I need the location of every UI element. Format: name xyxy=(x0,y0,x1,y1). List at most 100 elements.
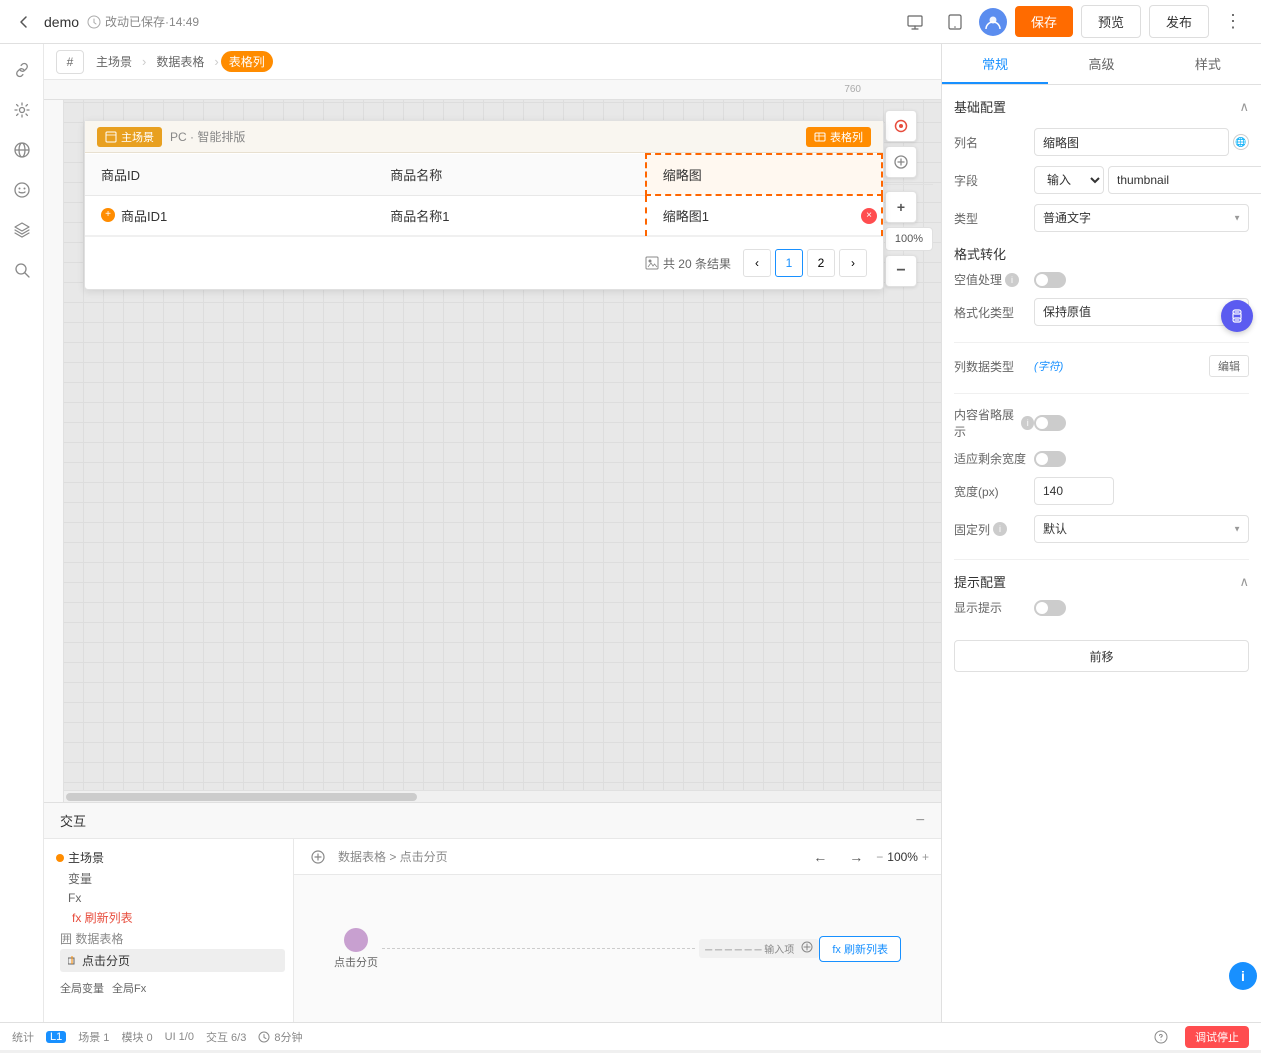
field-value-input[interactable] xyxy=(1108,166,1261,194)
flow-nav-prev[interactable]: ← xyxy=(804,841,836,873)
fixed-col-info[interactable]: i xyxy=(993,522,1007,536)
pagination: 共 20 条结果 ‹ 1 2 › xyxy=(85,236,883,289)
tree-data-table[interactable]: 囲 数据表格 xyxy=(52,928,285,949)
field-type-select[interactable]: 输入 xyxy=(1034,166,1104,194)
debug-stop-button[interactable]: 调试停止 xyxy=(1185,1026,1249,1048)
globe-icon[interactable]: 🌐 xyxy=(1233,134,1249,150)
tab-normal[interactable]: 常规 xyxy=(942,44,1048,84)
col-data-type-edit[interactable]: 编辑 xyxy=(1209,355,1249,377)
type-select[interactable]: 普通文字 xyxy=(1034,204,1249,232)
prop-column-name: 列名 🌐 xyxy=(954,128,1249,156)
publish-button[interactable]: 发布 xyxy=(1149,5,1209,38)
interaction-body: 主场景 变量 Fx fx 刷新列表 囲 数据表格 xyxy=(44,839,941,1022)
tree-variable[interactable]: 变量 xyxy=(52,868,285,889)
breadcrumb-main-scene[interactable]: 主场景 xyxy=(88,51,140,72)
canvas-zoom[interactable]: 100% xyxy=(885,227,933,251)
flow-add-btn[interactable] xyxy=(306,845,330,869)
canvas-tool-refresh[interactable] xyxy=(885,110,917,142)
delete-row-icon[interactable]: × xyxy=(861,208,877,224)
save-status: 改动已保存·14:49 xyxy=(87,13,199,30)
front-button[interactable]: 前移 xyxy=(954,640,1249,672)
null-info-icon[interactable]: i xyxy=(1005,273,1019,287)
format-type-select[interactable]: 保持原值 xyxy=(1034,298,1249,326)
null-handle-toggle[interactable] xyxy=(1034,272,1066,288)
breadcrumb-data-table[interactable]: 数据表格 xyxy=(148,51,212,72)
page-1[interactable]: 1 xyxy=(775,249,803,277)
tab-advanced[interactable]: 高级 xyxy=(1048,44,1154,84)
col-header-id: 商品ID xyxy=(85,154,374,195)
more-menu-button[interactable]: ⋮ xyxy=(1217,6,1249,38)
canvas-tool-plus[interactable]: + xyxy=(885,191,917,223)
status-help[interactable] xyxy=(1145,1021,1177,1053)
column-name-input[interactable] xyxy=(1034,128,1229,156)
sidebar-icon-link[interactable] xyxy=(4,52,40,88)
prop-show-hint: 显示提示 xyxy=(954,599,1249,616)
statusbar: 统计 L1 场景 1 模块 0 UI 1/0 交互 6/3 8分钟 调试停止 xyxy=(0,1022,1261,1050)
global-fx-btn[interactable]: 全局Fx xyxy=(112,980,146,996)
main-layout: # 主场景 › 数据表格 › 表格列 760 xyxy=(0,44,1261,1022)
page-2[interactable]: 2 xyxy=(807,249,835,277)
content-abbr-info[interactable]: i xyxy=(1021,416,1034,430)
canvas-tool-minus[interactable]: − xyxy=(885,255,917,287)
sidebar-icon-palette[interactable] xyxy=(4,172,40,208)
status-scene: 场景 1 xyxy=(78,1029,109,1045)
ruler-vertical xyxy=(44,100,64,802)
sidebar-icon-gear[interactable] xyxy=(4,92,40,128)
tree-refresh-method[interactable]: fx 刷新列表 xyxy=(52,907,285,928)
status-interaction: 交互 6/3 xyxy=(206,1029,246,1045)
ruler-horizontal: 760 xyxy=(44,80,941,100)
hint-collapse[interactable]: ∧ xyxy=(1239,574,1249,590)
save-button[interactable]: 保存 xyxy=(1015,6,1073,37)
interaction-collapse[interactable]: − xyxy=(916,812,925,830)
preview-button[interactable]: 预览 xyxy=(1081,5,1141,38)
tab-style[interactable]: 样式 xyxy=(1155,44,1261,84)
interaction-tree: 主场景 变量 Fx fx 刷新列表 囲 数据表格 xyxy=(44,839,294,1022)
content-abbr-toggle[interactable] xyxy=(1034,415,1066,431)
column-name-label: 列名 xyxy=(954,134,1034,151)
page-next[interactable]: › xyxy=(839,249,867,277)
trigger-circle[interactable] xyxy=(344,928,368,952)
sidebar-icon-globe[interactable] xyxy=(4,132,40,168)
add-row-icon[interactable]: + xyxy=(101,208,115,222)
flow-action-node[interactable]: fx 刷新列表 xyxy=(819,936,901,962)
canvas-tool-add[interactable] xyxy=(885,146,917,178)
adapt-width-toggle[interactable] xyxy=(1034,451,1066,467)
width-input[interactable] xyxy=(1034,477,1114,505)
canvas-tool-divider xyxy=(885,184,933,185)
status-module: 模块 0 xyxy=(121,1029,152,1045)
breadcrumb-hash[interactable]: # xyxy=(56,50,84,74)
avatar[interactable] xyxy=(979,8,1007,36)
show-hint-toggle[interactable] xyxy=(1034,600,1066,616)
width-label: 宽度(px) xyxy=(954,483,1034,500)
monitor-icon[interactable] xyxy=(899,6,931,38)
page-prev[interactable]: ‹ xyxy=(743,249,771,277)
cmd-icon[interactable] xyxy=(1221,300,1253,332)
canvas-scrollbar[interactable] xyxy=(64,790,941,802)
fixed-col-select-wrapper: 默认 xyxy=(1034,515,1249,543)
tree-click-page-active[interactable]: 点击分页 xyxy=(60,949,285,972)
col-data-type-value: (字符) xyxy=(1034,358,1063,374)
flow-trigger-node: 点击分页 xyxy=(334,928,378,970)
show-hint-label: 显示提示 xyxy=(954,599,1034,616)
flow-zoom: 100% xyxy=(887,850,918,864)
topbar-right: 保存 预览 发布 ⋮ xyxy=(899,5,1249,38)
tablet-icon[interactable] xyxy=(939,6,971,38)
collapse-basic[interactable]: ∧ xyxy=(1239,99,1249,115)
fixed-col-select[interactable]: 默认 xyxy=(1034,515,1249,543)
property-body: 基础配置 ∧ 列名 🌐 字段 输入 xyxy=(942,85,1261,684)
topbar-left: demo 改动已保存·14:49 xyxy=(12,10,891,34)
property-panel: 常规 高级 样式 基础配置 ∧ 列名 🌐 xyxy=(941,44,1261,1022)
sidebar-icon-search[interactable] xyxy=(4,252,40,288)
global-var-btn[interactable]: 全局变量 xyxy=(60,980,104,996)
prop-col-data-type: 列数据类型 (字符) 编辑 xyxy=(954,355,1249,377)
help-icon[interactable]: i xyxy=(1229,962,1257,990)
breadcrumb-table-col[interactable]: 表格列 xyxy=(221,51,273,72)
prop-width: 宽度(px) xyxy=(954,477,1249,505)
tree-fx[interactable]: Fx xyxy=(52,889,285,907)
flow-nav-next[interactable]: → xyxy=(840,841,872,873)
back-button[interactable] xyxy=(12,10,36,34)
prop-adapt-width: 适应剩余宽度 xyxy=(954,450,1249,467)
sidebar-icon-layers[interactable] xyxy=(4,212,40,248)
col-header-thumb: 缩略图 xyxy=(646,154,882,195)
table-header-tag: 表格列 xyxy=(806,127,871,147)
